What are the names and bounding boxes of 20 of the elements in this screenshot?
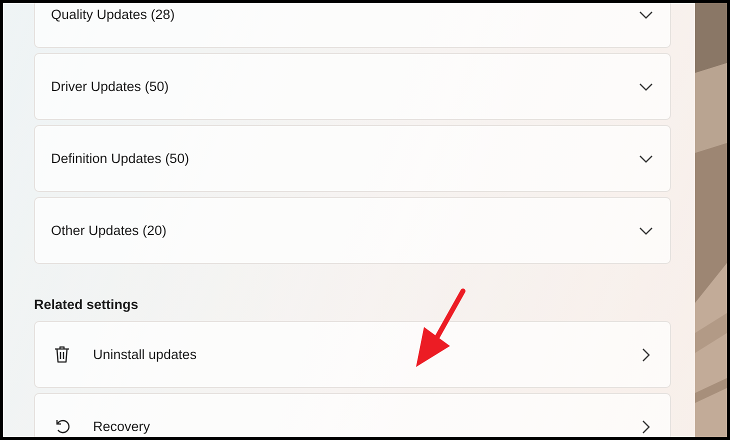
update-group[interactable]: Driver Updates (50)	[34, 53, 671, 120]
trash-icon	[53, 345, 71, 364]
group-label: Quality Updates (28)	[51, 7, 175, 22]
settings-link[interactable]: Recovery	[34, 393, 671, 437]
chevron-down-icon	[639, 82, 653, 90]
chevron-right-icon	[642, 348, 650, 362]
chevron-down-icon	[639, 154, 653, 162]
group-label: Other Updates (20)	[51, 223, 167, 238]
update-group[interactable]: Quality Updates (28)	[34, 3, 671, 48]
link-label: Recovery	[93, 419, 152, 434]
group-label: Definition Updates (50)	[51, 151, 190, 166]
update-group[interactable]: Definition Updates (50)	[34, 125, 671, 192]
chevron-right-icon	[642, 420, 650, 434]
settings-link[interactable]: Uninstall updates	[34, 321, 671, 388]
link-label: Uninstall updates	[93, 347, 198, 362]
chevron-down-icon	[639, 226, 653, 234]
update-group[interactable]: Other Updates (20)	[34, 197, 671, 264]
chevron-down-icon	[639, 10, 653, 18]
group-label: Driver Updates (50)	[51, 79, 169, 94]
section-heading: Related settings	[34, 297, 140, 312]
